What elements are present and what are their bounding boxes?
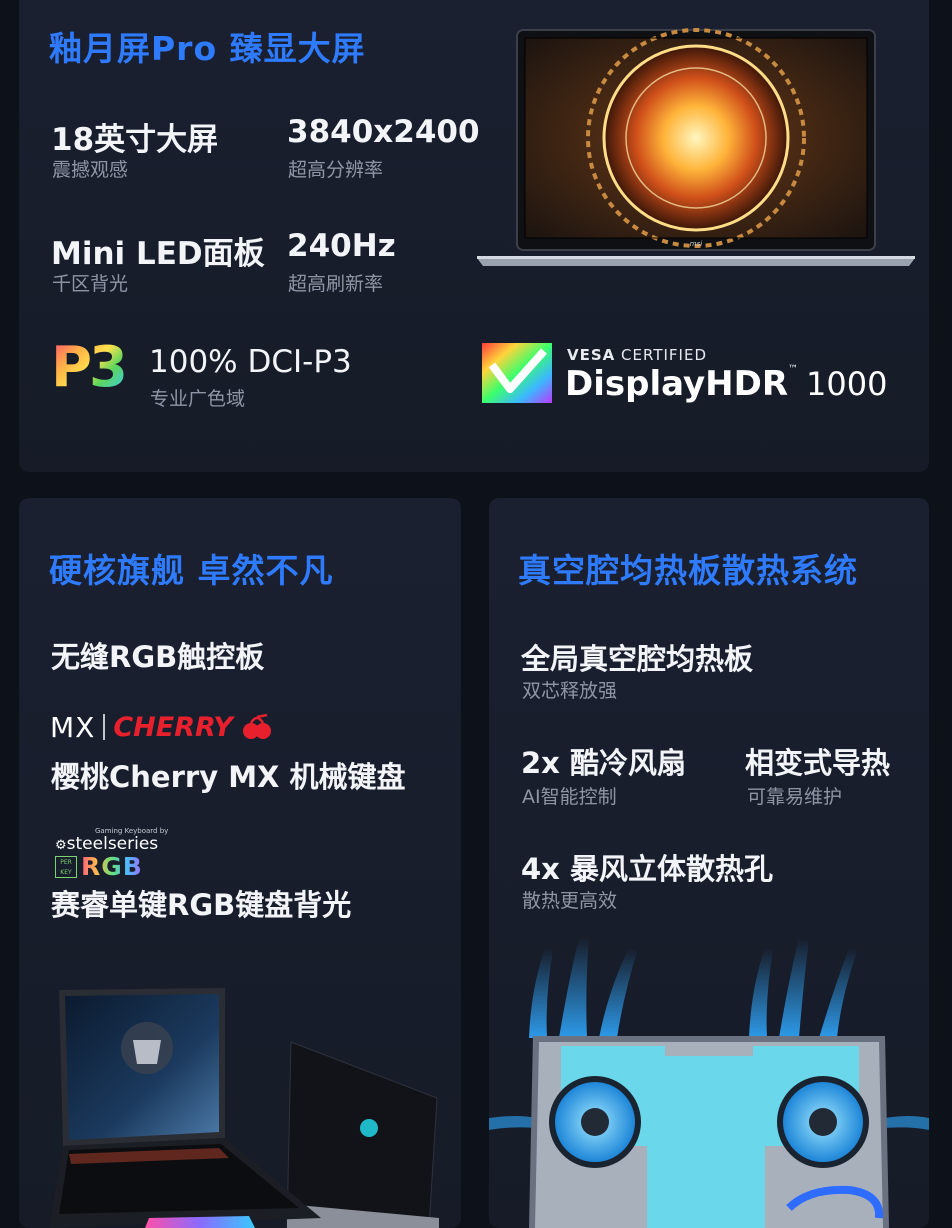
feature-rgb-backlight: 赛睿单键RGB键盘背光: [51, 888, 352, 922]
spec-panel: Mini LED面板: [51, 236, 265, 272]
cooling-card: 真空腔均热板散热系统 全局真空腔均热板 双芯释放强 2x 酷冷风扇 AI智能控制…: [489, 498, 929, 1228]
cooling-title: 真空腔均热板散热系统: [518, 551, 858, 590]
spec-refresh-rate-desc: 超高刷新率: [288, 273, 384, 295]
cooling-system-image: [489, 938, 929, 1228]
display-title: 釉月屏Pro 臻显大屏: [49, 29, 366, 68]
cooling-fans: 2x 酷冷风扇: [521, 746, 686, 780]
cooling-vapor-chamber-desc: 双芯释放强: [522, 680, 618, 702]
steelseries-logo: ⚙steelseries: [55, 834, 159, 854]
mx-logo: MX: [50, 710, 96, 744]
perkey-badge: PER KEY: [55, 855, 77, 878]
color-gamut: 100% DCI-P3: [149, 344, 352, 380]
spec-resolution: 3840x2400: [287, 114, 480, 150]
cooling-vents: 4x 暴风立体散热孔: [521, 852, 773, 886]
cherry-logo: CHERRY: [113, 711, 233, 743]
color-gamut-desc: 专业广色域: [150, 388, 246, 410]
vesa-checkmark-icon: [482, 343, 552, 403]
cherry-mx-logo: MX CHERRY: [50, 710, 273, 744]
p3-logo: P3: [51, 335, 128, 400]
hardware-title: 硬核旗舰 卓然不凡: [49, 551, 334, 590]
msi-logo: msi: [690, 240, 702, 248]
laptop-display-image: msi: [477, 28, 915, 266]
spec-resolution-desc: 超高分辨率: [288, 159, 384, 181]
cooling-fans-desc: AI智能控制: [522, 786, 617, 808]
cooling-phase-change: 相变式导热: [745, 746, 891, 780]
spec-screen-size-desc: 震撼观感: [52, 159, 129, 181]
rgb-logo: RGB: [81, 852, 143, 881]
laptops-product-image: [49, 988, 439, 1228]
perkey-rgb-logo: PER KEY RGB: [55, 852, 143, 881]
spec-panel-desc: 千区背光: [52, 273, 129, 295]
cherry-icon: [242, 713, 271, 739]
display-card: 釉月屏Pro 臻显大屏 18英寸大屏 震撼观感 3840x2400 超高分辨率 …: [19, 0, 929, 472]
spec-screen-size: 18英寸大屏: [51, 122, 219, 158]
displayhdr-label: DisplayHDR™ 1000: [565, 364, 888, 404]
cooling-vapor-chamber: 全局真空腔均热板: [521, 642, 754, 676]
feature-keyboard: 樱桃Cherry MX 机械键盘: [51, 760, 406, 794]
vesa-certified-label: VESA CERTIFIED: [567, 346, 707, 364]
cooling-phase-change-desc: 可靠易维护: [747, 786, 843, 808]
spec-refresh-rate: 240Hz: [287, 228, 396, 264]
hardware-card: 硬核旗舰 卓然不凡 无缝RGB触控板 MX CHERRY 樱桃Cherry MX…: [19, 498, 461, 1228]
feature-touchpad: 无缝RGB触控板: [51, 640, 265, 674]
cooling-vents-desc: 散热更高效: [522, 890, 618, 912]
